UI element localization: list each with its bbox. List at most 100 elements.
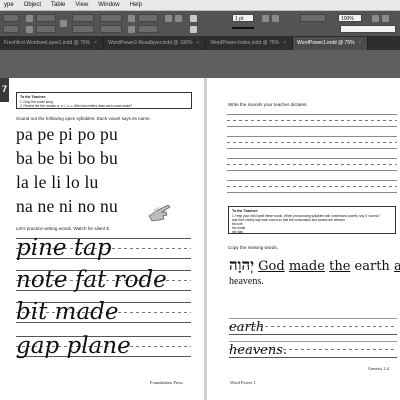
- menu-view[interactable]: View: [75, 0, 88, 11]
- effects-field[interactable]: [300, 14, 326, 22]
- close-icon[interactable]: ×: [94, 37, 97, 50]
- verse-line: יְהוָה God made the earth and the: [229, 256, 400, 275]
- cursive-word: earth: [229, 320, 265, 335]
- reference-point-field[interactable]: [3, 14, 19, 22]
- syllable-row: ba be bi bo bu: [16, 148, 118, 168]
- opacity-value: 100%: [341, 16, 354, 22]
- lesson-number: 7: [1, 84, 7, 94]
- page-footer: Foundations Press: [150, 380, 183, 385]
- handwriting-practice-row: heavens.: [229, 339, 397, 361]
- handwriting-practice-row: pine tap: [16, 234, 191, 264]
- spread-spine: [204, 78, 207, 400]
- opacity-icon[interactable]: [272, 15, 279, 22]
- dictation-row: [227, 178, 397, 195]
- rotate-icon[interactable]: [128, 15, 135, 22]
- indesign-window: ype Object Table View Window Help 1 pt 1…: [0, 0, 400, 400]
- stroke-type-preview[interactable]: [232, 27, 254, 29]
- pointing-hand-icon: [148, 204, 171, 222]
- syllable-row: la le li lo lu: [16, 172, 99, 192]
- cursive-word: heavens.: [229, 343, 288, 358]
- opacity-field[interactable]: 100%: [338, 14, 362, 22]
- instruction-text: Copy the missing words.: [228, 245, 279, 250]
- top-line: [227, 114, 397, 115]
- tab-document-3[interactable]: WordPower-Index.indd @ 75% ×: [206, 37, 294, 50]
- link-icon[interactable]: [60, 20, 67, 27]
- base-line: [227, 148, 397, 149]
- teacher-note-box: To the Teacher: 1. Drop the vowel song. …: [16, 92, 192, 109]
- height-field[interactable]: [72, 25, 94, 33]
- instruction-text: Sound out the following open syllables. …: [16, 116, 151, 121]
- fill-swatch-icon[interactable]: [190, 15, 197, 22]
- document-tab-bar: Freshfirst WordseeLayer1.indd @ 75% × Wor…: [0, 37, 400, 50]
- instruction-text: Write the sounds your teacher dictates.: [228, 102, 308, 107]
- menu-bar: ype Object Table View Window Help: [0, 0, 400, 11]
- cursive-word: gap plane: [16, 333, 131, 359]
- dictation-row: [227, 156, 397, 173]
- wrap-icon[interactable]: [372, 15, 379, 22]
- y-field[interactable]: [36, 25, 56, 33]
- top-line: [229, 341, 397, 342]
- x-icon[interactable]: [26, 15, 33, 22]
- tab-label: WordPower-Index.indd @ 75%: [210, 40, 280, 46]
- reference-point-field[interactable]: [3, 25, 19, 33]
- mid-line: [227, 142, 397, 143]
- tab-document-1[interactable]: Freshfirst WordseeLayer1.indd @ 75% ×: [0, 37, 105, 50]
- width-field[interactable]: [72, 14, 94, 22]
- object-style-field[interactable]: [340, 25, 396, 33]
- verse-line: heavens.: [229, 276, 264, 287]
- verse-word: made: [288, 259, 325, 274]
- dictation-row: [227, 112, 397, 129]
- mid-line: [227, 164, 397, 165]
- tab-document-active[interactable]: WordPower1.indd @ 75% ×: [293, 37, 369, 50]
- handwriting-practice-row: earth: [229, 316, 397, 338]
- handwriting-practice-row: bit made: [16, 298, 191, 328]
- menu-type[interactable]: ype: [4, 0, 14, 11]
- handwriting-practice-row: gap plane: [16, 332, 191, 362]
- flip-vertical-icon[interactable]: [175, 15, 182, 22]
- close-icon[interactable]: ×: [283, 37, 286, 50]
- stroke-weight-value: 1 pt: [235, 16, 244, 22]
- cursive-word: note fat rode: [16, 267, 167, 293]
- align-icon[interactable]: [382, 15, 389, 22]
- top-line: [227, 158, 397, 159]
- close-icon[interactable]: ×: [359, 37, 362, 50]
- shear-field[interactable]: [138, 25, 158, 33]
- flip-icon[interactable]: [165, 15, 172, 22]
- top-line: [229, 318, 397, 319]
- cursive-word: bit made: [16, 299, 119, 325]
- top-line: [227, 180, 397, 181]
- verse-word: the: [329, 259, 351, 274]
- tab-document-2[interactable]: WordPower2-Readlayer.indd @ 100% ×: [104, 37, 207, 50]
- menu-object[interactable]: Object: [24, 0, 41, 11]
- rotate-field[interactable]: [138, 14, 158, 22]
- scale-x-field[interactable]: [100, 14, 122, 22]
- fx-icon[interactable]: [262, 15, 269, 22]
- instruction-text: Let's practice writing words. Watch for …: [16, 226, 111, 231]
- tab-label: WordPower1.indd @ 75%: [297, 40, 355, 46]
- teacher-note-line: ste plan: [232, 229, 244, 234]
- base-line: [227, 170, 397, 171]
- top-line: [227, 136, 397, 137]
- base-line: [227, 126, 397, 127]
- scale-y-field[interactable]: [100, 25, 122, 33]
- shear-icon[interactable]: [128, 26, 135, 33]
- mid-line: [227, 186, 397, 187]
- verse-word: earth: [354, 259, 390, 274]
- menu-help[interactable]: Help: [130, 0, 142, 11]
- teacher-note-line: 1. Help your child spell these words. Wh…: [232, 213, 381, 218]
- page-footer: Word Power 1: [230, 380, 256, 385]
- stroke-swatch-icon[interactable]: [190, 26, 197, 33]
- mid-line: [227, 120, 397, 121]
- dictation-row: [227, 134, 397, 151]
- close-icon[interactable]: ×: [197, 37, 200, 50]
- x-field[interactable]: [36, 14, 56, 22]
- menu-table[interactable]: Table: [51, 0, 65, 11]
- tab-label: Freshfirst WordseeLayer1.indd @ 75%: [4, 40, 91, 46]
- stroke-weight-field[interactable]: 1 pt: [232, 14, 254, 22]
- tab-label: WordPower2-Readlayer.indd @ 100%: [108, 40, 193, 46]
- menu-window[interactable]: Window: [98, 0, 119, 11]
- cursive-word: pine tap: [16, 235, 112, 261]
- syllable-row: na ne ni no nu: [16, 196, 118, 216]
- y-icon[interactable]: [26, 26, 33, 33]
- syllable-row: pa pe pi po pu: [16, 124, 118, 144]
